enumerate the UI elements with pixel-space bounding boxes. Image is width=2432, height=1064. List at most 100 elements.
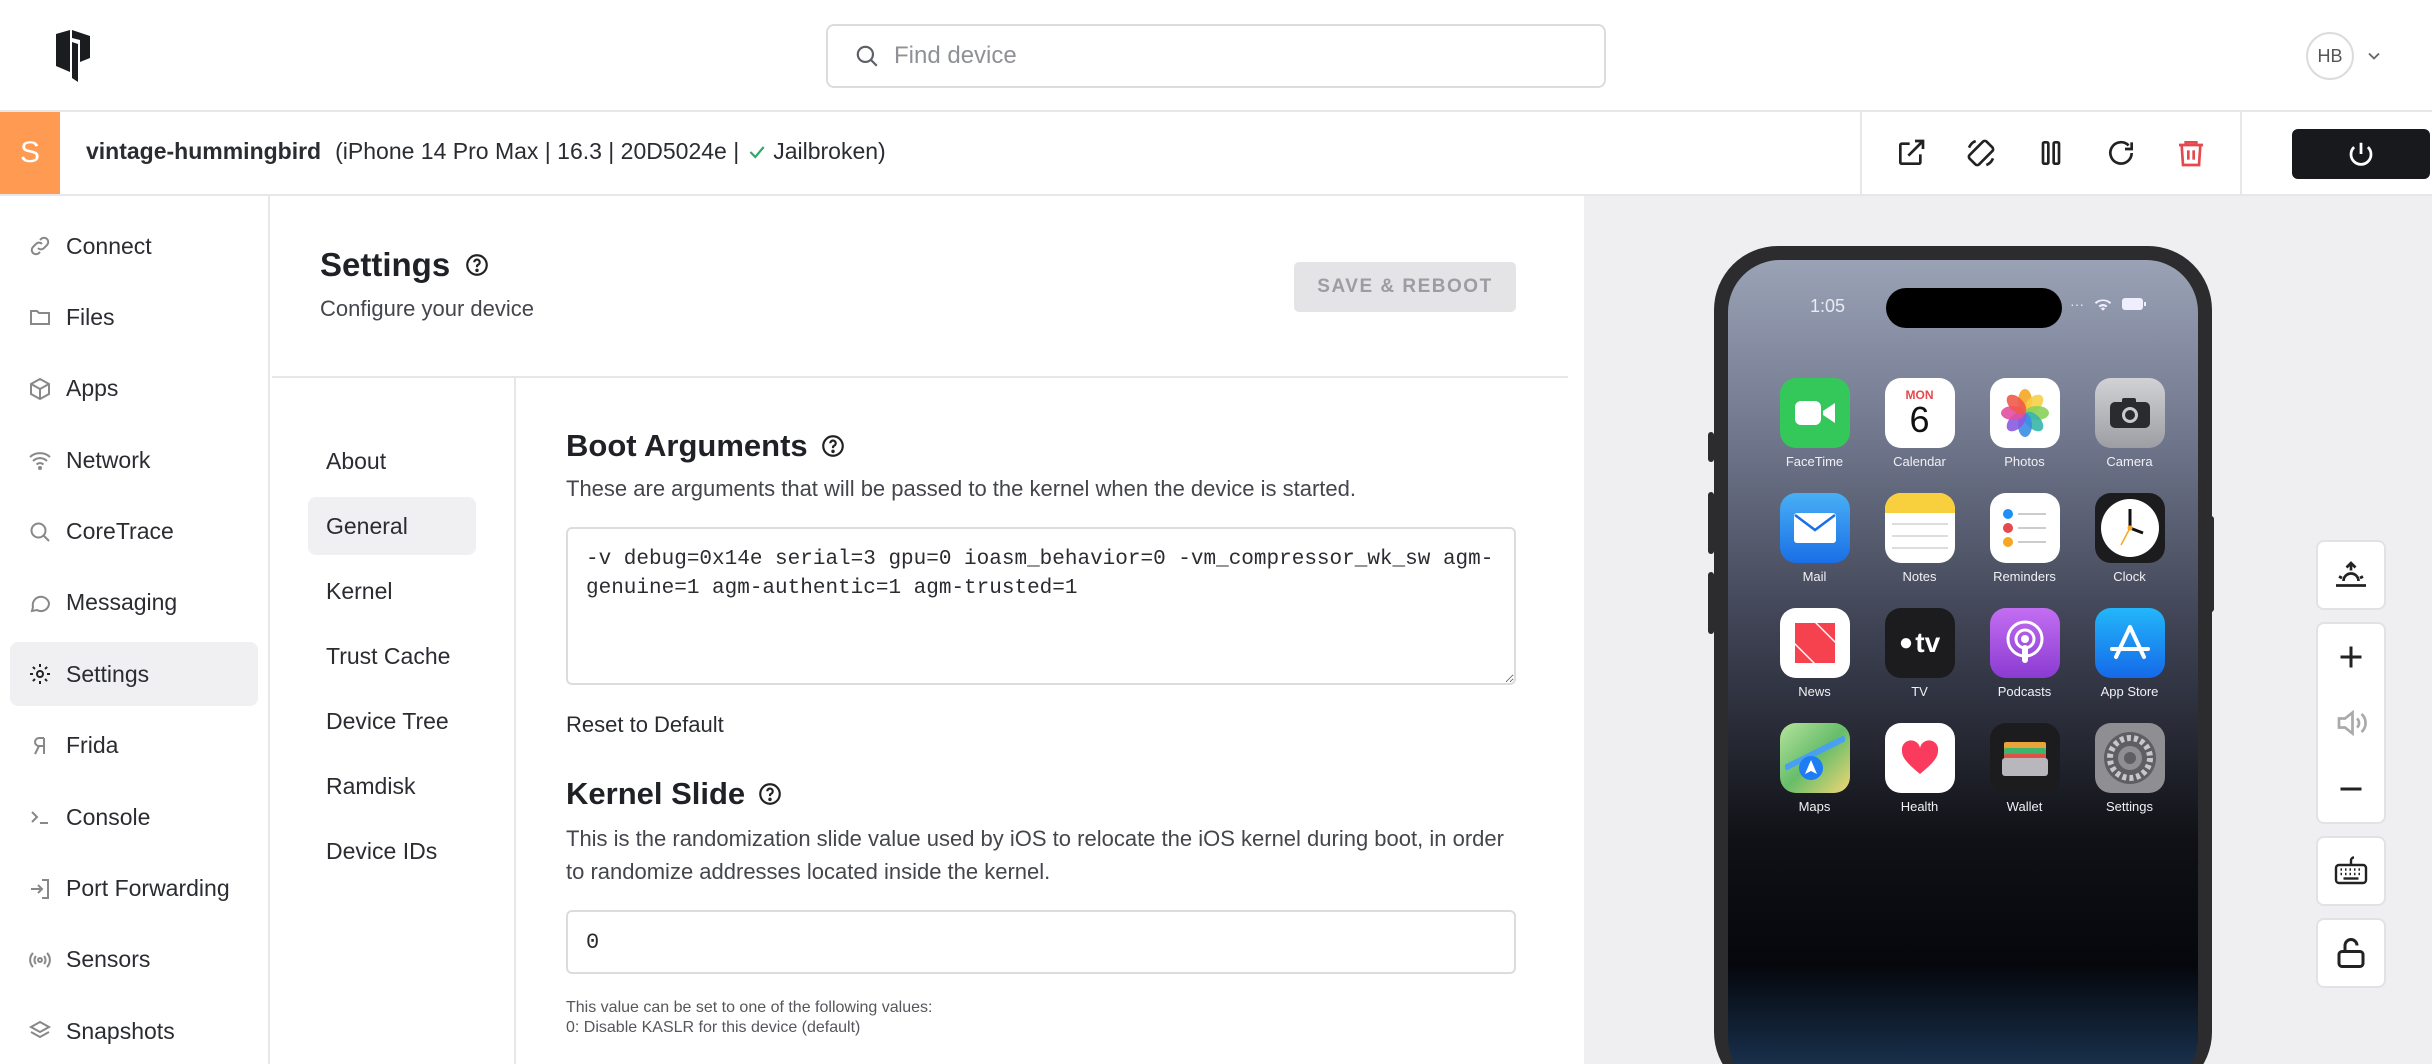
delete-device-button[interactable]: [2173, 135, 2209, 171]
chevron-down-icon[interactable]: [2364, 46, 2384, 66]
sidebar-item-snapshots[interactable]: Snapshots: [10, 999, 258, 1063]
subnav-device-tree[interactable]: Device Tree: [308, 692, 476, 750]
app-grid: FaceTime MON 6 Calendar Photos Camera Ma…: [1762, 378, 2182, 814]
app-health[interactable]: Health: [1867, 723, 1972, 814]
top-bar: HB: [0, 0, 2432, 112]
app-label: Reminders: [1993, 569, 2056, 584]
app-label: Health: [1900, 799, 1939, 814]
subnav-trust-cache[interactable]: Trust Cache: [308, 627, 476, 685]
app-notes[interactable]: Notes: [1867, 493, 1972, 584]
app-camera[interactable]: Camera: [2077, 378, 2182, 469]
volume-indicator: [2318, 690, 2384, 756]
sidebar-item-messaging[interactable]: Messaging: [10, 571, 258, 635]
subnav-general[interactable]: General: [308, 497, 476, 555]
sidebar-item-coretrace[interactable]: CoreTrace: [10, 500, 258, 564]
app-maps[interactable]: Maps: [1762, 723, 1867, 814]
plus-icon: [2340, 646, 2362, 668]
app-calendar[interactable]: MON 6 Calendar: [1867, 378, 1972, 469]
app-tv[interactable]: ● tv TV: [1867, 608, 1972, 699]
app-logo[interactable]: [52, 28, 94, 84]
calendar-icon: MON 6: [1884, 378, 1955, 448]
help-icon[interactable]: [464, 252, 490, 278]
sidebar-item-settings[interactable]: Settings: [10, 642, 258, 707]
cube-icon: [30, 377, 50, 400]
message-icon: [30, 595, 51, 613]
keyboard-button[interactable]: [2318, 838, 2384, 904]
page-title-text: Settings: [320, 246, 451, 283]
minus-icon: [2340, 787, 2362, 791]
app-mail[interactable]: Mail: [1762, 493, 1867, 584]
rotate-button[interactable]: [1963, 135, 1999, 171]
kernel-slide-input[interactable]: 0: [566, 910, 1516, 974]
volume-up-button[interactable]: [2318, 624, 2384, 690]
search-bar[interactable]: [826, 24, 1606, 88]
folder-icon: [30, 310, 50, 326]
device-meta: (iPhone 14 Pro Max | 16.3 | 20D5024e |: [335, 138, 740, 164]
sidebar-item-sensors[interactable]: Sensors: [10, 928, 258, 992]
boot-args-title: Boot Arguments: [566, 428, 1568, 464]
boot-args-textarea[interactable]: -v debug=0x14e serial=3 gpu=0 ioasm_beha…: [566, 527, 1516, 685]
pause-button[interactable]: [2033, 135, 2069, 171]
volume-down-button[interactable]: [2318, 756, 2384, 822]
boot-args-title-text: Boot Arguments: [566, 428, 808, 463]
device-screen[interactable]: 1:05 ··· FaceTime MON 6 Calendar Photos …: [1714, 246, 2212, 1064]
sidebar-item-port-forwarding[interactable]: Port Forwarding: [10, 857, 258, 921]
sidebar-item-apps[interactable]: Apps: [10, 357, 258, 421]
trash-icon: [2179, 141, 2203, 167]
reminders-icon: [1989, 493, 2060, 563]
facetime-icon: [1779, 378, 1850, 448]
power-button[interactable]: [2292, 129, 2430, 179]
tool-group-keyboard: [2316, 836, 2386, 906]
help-icon[interactable]: [757, 781, 783, 807]
link-icon: [30, 236, 50, 256]
sidebar-item-frida[interactable]: Frida: [10, 714, 258, 778]
sidebar-item-connect[interactable]: Connect: [10, 214, 258, 278]
wifi-icon: [29, 452, 51, 471]
notes-icon: [1884, 493, 1955, 563]
app-settings[interactable]: Settings: [2077, 723, 2182, 814]
search-icon: [30, 522, 50, 542]
sidebar-item-label: CoreTrace: [66, 518, 174, 545]
sidebar-item-network[interactable]: Network: [10, 428, 258, 492]
open-external-button[interactable]: [1893, 135, 1929, 171]
help-icon[interactable]: [820, 433, 846, 459]
subnav-about[interactable]: About: [308, 432, 476, 490]
tv-icon: ● tv: [1884, 608, 1955, 678]
power-icon: [2349, 142, 2373, 166]
subnav-ramdisk[interactable]: Ramdisk: [308, 757, 476, 815]
subnav-kernel[interactable]: Kernel: [308, 562, 476, 620]
app-facetime[interactable]: FaceTime: [1762, 378, 1867, 469]
save-reboot-button[interactable]: SAVE & REBOOT: [1294, 262, 1516, 312]
home-button[interactable]: [2318, 542, 2384, 608]
app-clock[interactable]: Clock: [2077, 493, 2182, 584]
sidebar-item-label: Messaging: [66, 589, 178, 616]
app-podcasts[interactable]: Podcasts: [1972, 608, 2077, 699]
unlock-button[interactable]: [2318, 920, 2384, 986]
app-news[interactable]: News: [1762, 608, 1867, 699]
reset-default-link[interactable]: Reset to Default: [566, 712, 1568, 738]
refresh-button[interactable]: [2103, 135, 2139, 171]
app-app-store[interactable]: App Store: [2077, 608, 2182, 699]
app-photos[interactable]: Photos: [1972, 378, 2077, 469]
device-info: vintage-hummingbird (iPhone 14 Pro Max |…: [86, 138, 886, 165]
app-wallet[interactable]: Wallet: [1972, 723, 2077, 814]
camera-icon: [2094, 378, 2165, 448]
sidebar-item-console[interactable]: Console: [10, 785, 258, 849]
user-menu[interactable]: HB: [2306, 32, 2384, 80]
sidebar-item-label: Files: [66, 303, 115, 330]
search-input[interactable]: [894, 42, 1574, 70]
sidebar-item-files[interactable]: Files: [10, 285, 258, 349]
unlock-icon: [2337, 938, 2365, 968]
app-reminders[interactable]: Reminders: [1972, 493, 2077, 584]
avatar[interactable]: HB: [2306, 32, 2354, 80]
page-title: Settings: [320, 246, 490, 284]
sidebar-item-label: Frida: [66, 732, 119, 759]
phone-screen[interactable]: 1:05 ··· FaceTime MON 6 Calendar Photos …: [1728, 260, 2198, 1064]
apple-icon: ●: [1898, 629, 1914, 656]
subnav-device-ids[interactable]: Device IDs: [308, 822, 476, 880]
login-icon: [31, 878, 49, 899]
photos-icon: [1989, 378, 2060, 448]
sidebar: Connect Files Apps Network CoreTrace Mes…: [0, 196, 270, 1064]
kernel-slide-note: 0: Disable KASLR for this device (defaul…: [566, 1019, 861, 1036]
app-label: Wallet: [2006, 799, 2043, 814]
